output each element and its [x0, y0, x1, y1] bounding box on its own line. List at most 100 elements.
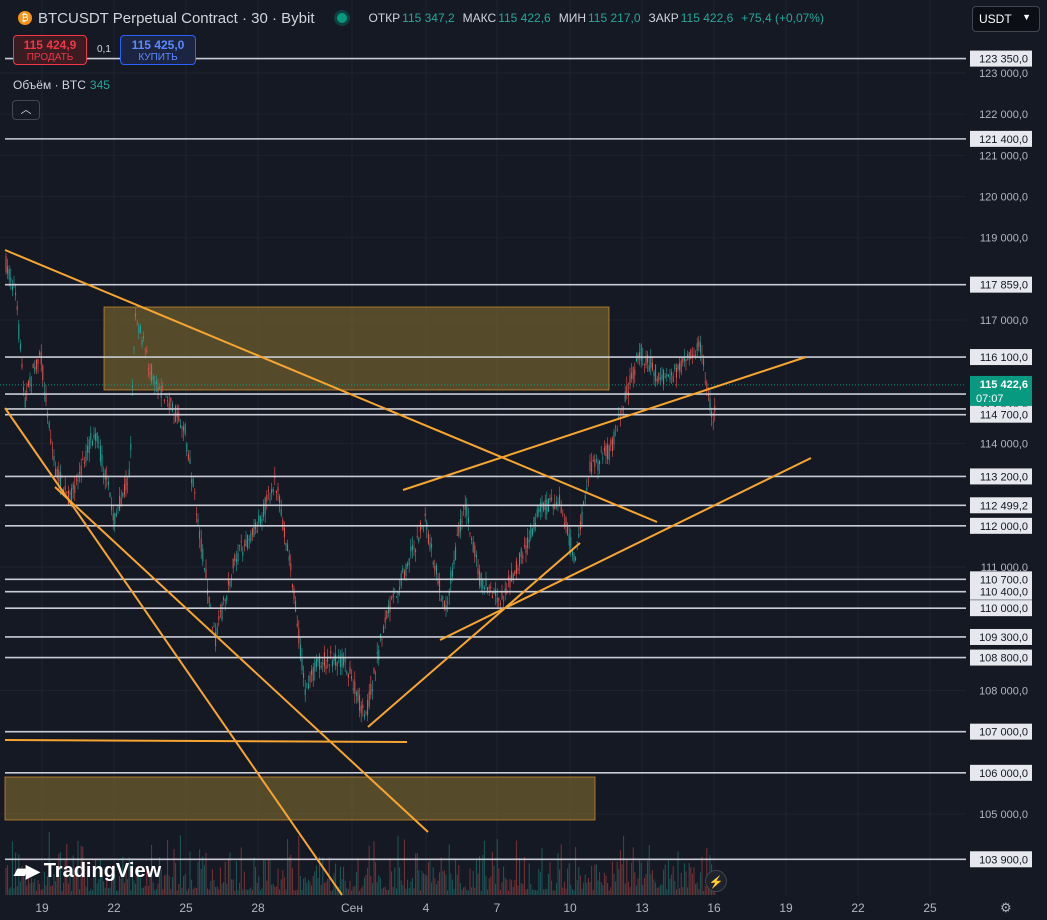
price-tick: 111 000,0	[981, 562, 1028, 574]
level-label: 117 859,0	[970, 276, 1032, 293]
buy-button[interactable]: 115 425,0 КУПИТЬ	[120, 35, 196, 65]
candle-body	[424, 513, 426, 516]
time-tick: 13	[635, 901, 649, 915]
candle-body	[11, 286, 13, 291]
candle-body	[421, 527, 423, 529]
volume-bar	[247, 889, 249, 895]
candle-body	[205, 568, 207, 578]
volume-bar	[256, 882, 258, 895]
candle-body	[181, 426, 183, 429]
volume-bar	[227, 857, 229, 895]
volume-bar	[653, 879, 655, 895]
volume-bar	[659, 884, 661, 895]
volume-bar	[165, 874, 167, 895]
currency-select[interactable]: USDT ▼	[972, 6, 1040, 32]
volume-bar	[488, 878, 490, 895]
candle-body	[135, 313, 137, 317]
volume-bar	[559, 869, 561, 895]
candle-body	[75, 479, 77, 481]
collapse-legend-button[interactable]: ︿	[12, 100, 40, 120]
candle-body	[360, 705, 362, 714]
candle-body	[160, 385, 162, 398]
candle-body	[34, 367, 36, 372]
volume-bar	[231, 879, 233, 895]
candle-body	[592, 459, 594, 462]
candle-body	[154, 381, 156, 384]
candle-body	[311, 670, 313, 676]
tradingview-logo[interactable]: ▰▶ TradingView	[14, 860, 161, 883]
volume-bar	[605, 875, 607, 895]
candle-body	[375, 673, 377, 675]
volume-bar	[563, 881, 565, 895]
candle-body	[671, 372, 673, 376]
volume-bar	[693, 867, 695, 895]
candle-body	[251, 528, 253, 536]
candle-body	[248, 539, 250, 541]
candle-body	[39, 352, 41, 355]
volume-bar	[573, 890, 575, 895]
volume-bar	[515, 840, 517, 895]
volume-bar	[554, 890, 556, 895]
volume-bar	[314, 871, 316, 895]
candle-body	[383, 626, 385, 633]
gear-icon[interactable]: ⚙	[1000, 900, 1014, 915]
candle-body	[583, 501, 585, 505]
time-tick: 22	[107, 901, 121, 915]
candle-body	[648, 364, 650, 372]
candle-body	[218, 615, 220, 620]
candle-body	[520, 548, 522, 557]
candle-body	[611, 438, 613, 451]
volume-bar	[141, 887, 143, 895]
volume-bar	[181, 887, 183, 895]
volume-bar	[424, 874, 426, 895]
candle-body	[402, 567, 404, 572]
candle-body	[631, 372, 633, 379]
price-tick: 121 000,0	[979, 150, 1028, 162]
candle-body	[384, 617, 386, 623]
volume-bar	[413, 888, 415, 895]
volume-bar	[498, 868, 500, 895]
candle-body	[439, 579, 441, 592]
high-value: 115 422,6	[498, 11, 551, 25]
candle-body	[461, 520, 463, 522]
candle-body	[333, 655, 335, 662]
candle-body	[115, 513, 117, 517]
sell-button[interactable]: 115 424,9 ПРОДАТЬ	[13, 35, 87, 65]
candle-body	[322, 662, 324, 665]
candle-body	[381, 638, 383, 640]
volume-bar	[523, 857, 525, 895]
candle-body	[416, 535, 418, 537]
candle-body	[661, 374, 663, 380]
price-chart[interactable]: 123 350,0 121 400,0 117 859,0 116 100,0 115 …	[0, 0, 1047, 920]
candle-body	[167, 400, 169, 402]
candle-body	[40, 351, 42, 365]
candle-body	[335, 654, 337, 666]
candle-body	[551, 497, 553, 500]
volume-bar	[8, 888, 10, 895]
candle-body	[440, 599, 442, 601]
volume-bar	[671, 874, 673, 895]
flash-icon[interactable]: ⚡	[705, 870, 727, 892]
volume-bar	[370, 875, 372, 895]
volume-bar	[447, 890, 449, 895]
candle-body	[408, 558, 410, 566]
candle-body	[303, 673, 305, 678]
volume-bar	[202, 856, 204, 895]
candle-body	[418, 537, 420, 542]
volume-bar	[200, 868, 202, 895]
change-value: +75,4 (+0,07%)	[741, 11, 824, 25]
price-zones	[4, 306, 610, 821]
candle-body	[515, 560, 517, 574]
candle-body	[376, 652, 378, 654]
volume-bar	[458, 864, 460, 895]
volume-bar	[603, 872, 605, 895]
volume-bar	[650, 874, 652, 895]
volume-bar	[320, 884, 322, 895]
volume-bar	[29, 883, 31, 895]
candle-body	[213, 626, 215, 628]
volume-bar	[384, 886, 386, 895]
symbol-title[interactable]: BTCUSDT Perpetual Contract · 30 · Bybit	[38, 10, 315, 27]
volume-bar	[672, 866, 674, 895]
candle-body	[477, 568, 479, 575]
volume-bar	[362, 885, 364, 895]
